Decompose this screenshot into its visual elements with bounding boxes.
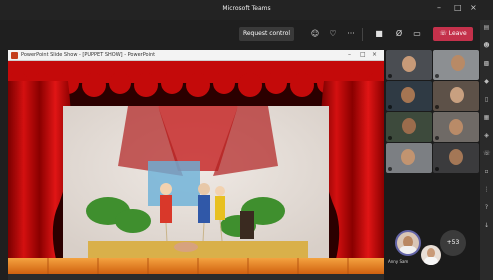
leave-label: Leave xyxy=(448,30,467,37)
camera-off-icon[interactable]: ■ xyxy=(374,29,384,39)
participant-face xyxy=(449,119,463,135)
files-icon[interactable]: ▯ xyxy=(483,96,490,103)
mic-indicator-icon xyxy=(388,167,392,171)
participant-face xyxy=(449,149,463,165)
participant-face xyxy=(401,87,415,103)
stage-illustration xyxy=(8,61,384,274)
help-icon[interactable]: ? xyxy=(483,204,490,211)
apps-icon[interactable]: ▦ xyxy=(483,114,490,121)
calendar-icon[interactable]: ▩ xyxy=(483,60,490,67)
taskbar-strip xyxy=(8,274,384,280)
participant-face xyxy=(402,56,416,72)
participant-video-tile[interactable] xyxy=(386,112,432,142)
close-icon[interactable]: × xyxy=(470,3,477,12)
participant-face xyxy=(402,118,416,134)
ppt-minimize-icon[interactable]: – xyxy=(348,51,351,58)
mic-indicator-icon xyxy=(388,136,392,140)
powerpoint-title-bar: PowerPoint Slide Show - [PUPPET SHOW] - … xyxy=(8,50,384,61)
participant-video-tile[interactable] xyxy=(386,143,432,173)
ppt-maximize-icon[interactable]: □ xyxy=(360,51,366,58)
minimize-icon[interactable]: – xyxy=(437,3,441,12)
more-actions-icon[interactable]: ··· xyxy=(346,29,356,39)
request-control-button[interactable]: Request control xyxy=(239,27,294,41)
activity-icon[interactable]: ◈ xyxy=(483,132,490,139)
more-apps-icon[interactable]: ⋮ xyxy=(483,186,490,193)
participant-video-tile[interactable] xyxy=(386,81,432,111)
mic-indicator-icon xyxy=(435,74,439,78)
more-participants-button[interactable]: +53 xyxy=(440,230,466,256)
mic-indicator-icon xyxy=(435,105,439,109)
ppt-close-icon[interactable]: × xyxy=(372,51,377,58)
teams-meeting-window: Microsoft Teams – □ × Request control ☺ … xyxy=(0,0,493,280)
phone-hangup-icon: ☏ xyxy=(439,30,449,37)
participant-video-tile[interactable] xyxy=(433,81,479,111)
meeting-toolbar: Request control ☺ ♡ ··· ■ Ø ▭ ☏ Leave xyxy=(0,20,493,50)
participant-video-tile[interactable] xyxy=(386,50,432,80)
title-bar: Microsoft Teams – □ × xyxy=(0,0,493,20)
participant-face xyxy=(450,87,464,103)
toolbar-divider xyxy=(362,28,363,41)
chat-icon[interactable]: ▤ xyxy=(483,24,490,31)
teams-icon[interactable]: ◆ xyxy=(483,78,490,85)
mic-indicator-icon xyxy=(388,105,392,109)
participant-face xyxy=(451,55,465,71)
reactions-icon[interactable]: ♡ xyxy=(328,29,338,39)
people-rail-icon[interactable]: ☻ xyxy=(483,42,490,49)
calls-icon[interactable]: ☏ xyxy=(483,150,491,157)
leave-button[interactable]: ☏ Leave xyxy=(433,27,473,41)
participant-name: Anny Sam xyxy=(388,259,409,264)
notes-icon[interactable]: ▫ xyxy=(483,168,490,175)
maximize-icon[interactable]: □ xyxy=(454,3,462,12)
mic-indicator-icon xyxy=(388,74,392,78)
participant-video-tile[interactable] xyxy=(433,50,479,80)
powerpoint-window-title: PowerPoint Slide Show - [PUPPET SHOW] - … xyxy=(21,52,156,58)
participant-video-tile[interactable] xyxy=(433,143,479,173)
window-title: Microsoft Teams xyxy=(222,5,271,12)
participant-video-tile[interactable] xyxy=(433,112,479,142)
participant-avatar[interactable] xyxy=(395,230,421,256)
shared-screen: PowerPoint Slide Show - [PUPPET SHOW] - … xyxy=(8,50,384,280)
people-icon[interactable]: ☺ xyxy=(310,29,320,39)
mic-indicator-icon xyxy=(435,136,439,140)
powerpoint-icon xyxy=(11,52,18,59)
self-view-avatar[interactable] xyxy=(421,245,441,265)
participant-face xyxy=(401,149,415,165)
download-icon[interactable]: ↓ xyxy=(483,222,490,229)
slide-puppet-stage xyxy=(8,61,384,274)
mic-indicator-icon xyxy=(435,167,439,171)
share-tray-icon[interactable]: ▭ xyxy=(412,29,422,39)
right-rail: ▤ ☻ ▩ ◆ ▯ ▦ ◈ ☏ ▫ ⋮ ? ↓ xyxy=(480,20,493,280)
mic-off-icon[interactable]: Ø xyxy=(394,29,404,39)
